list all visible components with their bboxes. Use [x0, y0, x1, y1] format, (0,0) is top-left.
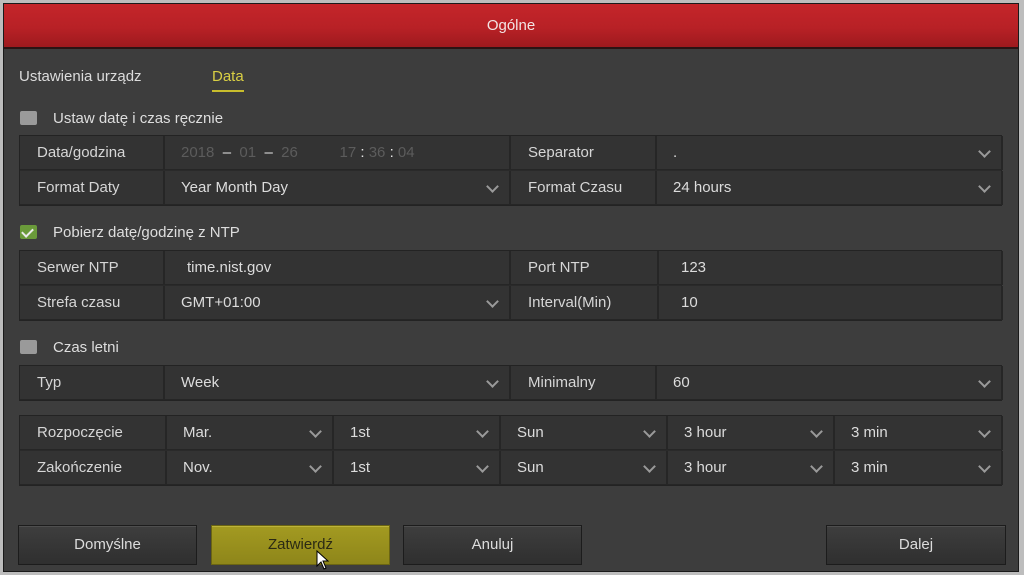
dst-offset-value: 60 — [673, 374, 690, 391]
time-format-select[interactable]: 24 hours — [657, 171, 1003, 205]
manual-time-checkbox-row[interactable]: Ustaw datę i czas ręcznie — [20, 107, 223, 129]
dst-checkbox-row[interactable]: Czas letni — [20, 336, 119, 358]
dst-schedule-grid: Rozpoczęcie Mar. 1st Sun 3 hour 3 min Za… — [19, 415, 1003, 486]
chevron-down-icon — [810, 460, 823, 473]
date-month: 01 — [239, 144, 257, 161]
dst-start-min-value: 3 min — [851, 424, 888, 441]
time-minute: 36 — [368, 144, 386, 161]
ntp-label: Pobierz datę/godzinę z NTP — [53, 223, 240, 241]
dst-type-value: Week — [181, 374, 220, 391]
interval-input[interactable]: 10 — [659, 286, 1003, 320]
chevron-down-icon — [810, 425, 823, 438]
apply-button[interactable]: Zatwierdź — [211, 525, 390, 565]
dst-end-week-select[interactable]: 1st — [334, 451, 501, 485]
dst-checkbox[interactable] — [20, 340, 37, 354]
chevron-down-icon — [476, 425, 489, 438]
dst-type-label: Typ — [20, 366, 165, 400]
next-button[interactable]: Dalej — [826, 525, 1006, 565]
datetime-field: 2018 – 01 – 26 17 : 36 : 04 — [165, 136, 511, 170]
window-title: Ogólne — [4, 4, 1018, 49]
dst-end-min-value: 3 min — [851, 459, 888, 476]
dst-start-min-select[interactable]: 3 min — [835, 416, 1003, 450]
dst-start-hour-value: 3 hour — [684, 424, 727, 441]
tab-date[interactable]: Data — [212, 68, 244, 92]
timezone-value: GMT+01:00 — [181, 294, 261, 311]
dst-start-hour-select[interactable]: 3 hour — [668, 416, 835, 450]
ntp-server-input[interactable]: time.nist.gov — [165, 251, 511, 285]
dst-start-label: Rozpoczęcie — [20, 416, 167, 450]
manual-time-grid: Data/godzina 2018 – 01 – 26 17 : 36 : 04… — [19, 135, 1003, 206]
dst-start-month-select[interactable]: Mar. — [167, 416, 334, 450]
dst-start-day-value: Sun — [517, 424, 544, 441]
separator-select[interactable]: . — [657, 136, 1003, 170]
dst-type-grid: Typ Week Minimalny 60 — [19, 365, 1003, 401]
date-format-label: Format Daty — [20, 171, 165, 205]
dst-end-label: Zakończenie — [20, 451, 167, 485]
cancel-button[interactable]: Anuluj — [403, 525, 582, 565]
timezone-label: Strefa czasu — [20, 286, 165, 320]
chevron-down-icon — [978, 145, 991, 158]
dst-end-hour-select[interactable]: 3 hour — [668, 451, 835, 485]
date-separator: – — [264, 144, 273, 161]
dst-end-min-select[interactable]: 3 min — [835, 451, 1003, 485]
dst-label: Czas letni — [53, 338, 119, 356]
ntp-server-label: Serwer NTP — [20, 251, 165, 285]
chevron-down-icon — [978, 460, 991, 473]
tab-device-settings[interactable]: Ustawienia urządz — [19, 68, 142, 85]
date-year: 2018 — [181, 144, 215, 161]
dst-end-hour-value: 3 hour — [684, 459, 727, 476]
dst-end-month-value: Nov. — [183, 459, 213, 476]
time-second: 04 — [397, 144, 415, 161]
manual-time-checkbox[interactable] — [20, 111, 37, 125]
chevron-down-icon — [476, 460, 489, 473]
datetime-label: Data/godzina — [20, 136, 165, 170]
ntp-checkbox[interactable] — [20, 225, 37, 239]
timezone-select[interactable]: GMT+01:00 — [165, 286, 511, 320]
dst-start-week-select[interactable]: 1st — [334, 416, 501, 450]
default-button[interactable]: Domyślne — [18, 525, 197, 565]
dst-offset-select[interactable]: 60 — [657, 366, 1003, 400]
settings-window: Ogólne Ustawienia urządz Data Ustaw datę… — [3, 3, 1019, 572]
time-format-value: 24 hours — [673, 179, 732, 196]
chevron-down-icon — [486, 375, 499, 388]
dst-start-day-select[interactable]: Sun — [501, 416, 668, 450]
chevron-down-icon — [978, 425, 991, 438]
separator-label: Separator — [511, 136, 657, 170]
dst-start-month-value: Mar. — [183, 424, 213, 441]
ntp-port-input[interactable]: 123 — [659, 251, 1003, 285]
chevron-down-icon — [643, 425, 656, 438]
ntp-grid: Serwer NTP time.nist.gov Port NTP 123 St… — [19, 250, 1003, 321]
time-format-label: Format Czasu — [511, 171, 657, 205]
chevron-down-icon — [978, 375, 991, 388]
dst-offset-label: Minimalny — [511, 366, 657, 400]
date-format-value: Year Month Day — [181, 179, 289, 196]
dst-start-week-value: 1st — [350, 424, 371, 441]
time-hour: 17 — [339, 144, 357, 161]
dst-end-week-value: 1st — [350, 459, 371, 476]
chevron-down-icon — [486, 180, 499, 193]
mouse-cursor-icon — [316, 550, 330, 570]
date-separator: – — [222, 144, 232, 161]
time-separator: : — [360, 144, 365, 161]
dst-end-day-value: Sun — [517, 459, 544, 476]
chevron-down-icon — [309, 460, 322, 473]
date-day: 26 — [281, 144, 298, 161]
chevron-down-icon — [978, 180, 991, 193]
separator-value: . — [673, 144, 678, 161]
chevron-down-icon — [309, 425, 322, 438]
ntp-port-label: Port NTP — [511, 251, 659, 285]
ntp-checkbox-row[interactable]: Pobierz datę/godzinę z NTP — [20, 221, 240, 243]
dst-end-month-select[interactable]: Nov. — [167, 451, 334, 485]
manual-time-label: Ustaw datę i czas ręcznie — [53, 109, 224, 127]
chevron-down-icon — [643, 460, 656, 473]
date-format-select[interactable]: Year Month Day — [165, 171, 511, 205]
time-separator: : — [389, 144, 394, 161]
interval-label: Interval(Min) — [511, 286, 659, 320]
dst-end-day-select[interactable]: Sun — [501, 451, 668, 485]
chevron-down-icon — [486, 295, 499, 308]
dst-type-select[interactable]: Week — [165, 366, 511, 400]
